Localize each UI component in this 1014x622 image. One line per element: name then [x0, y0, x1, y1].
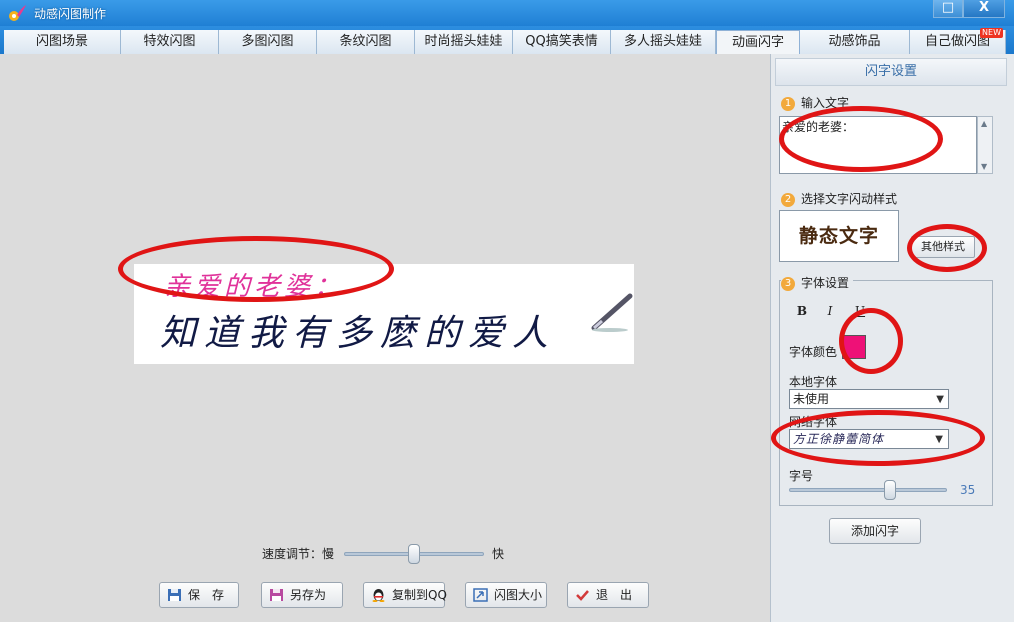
font-size-slider-thumb[interactable]: [884, 480, 897, 500]
tab-accessories[interactable]: 动感饰品: [800, 30, 910, 54]
annotation-oval: [839, 308, 903, 374]
flash-style-preview[interactable]: 静态文字: [779, 210, 899, 262]
font-color-label: 字体颜色: [789, 345, 838, 359]
scroll-up-icon[interactable]: ▲: [981, 119, 987, 128]
copy-to-qq-button-label: 复制到QQ: [392, 588, 447, 602]
annotation-oval: [907, 224, 987, 272]
step-number: 3: [781, 276, 795, 291]
font-size-label: 字号: [789, 469, 814, 483]
annotation-oval: [118, 236, 394, 302]
step-number: 1: [781, 96, 795, 111]
chevron-down-icon: ▼: [936, 394, 944, 405]
scroll-down-icon[interactable]: ▼: [981, 162, 987, 171]
local-font-value: 未使用: [793, 392, 830, 406]
annotation-oval: [779, 106, 943, 172]
step-label: 字体设置: [801, 276, 850, 290]
save-as-button[interactable]: 另存为: [261, 582, 343, 608]
settings-panel: 闪字设置 1 输入文字 亲爱的老婆： ▲ ▼ 2 选择文字闪动样式 静态文字 其他样…: [770, 54, 1014, 622]
annotation-oval: [771, 410, 985, 466]
preview-line-2: 知道我有多麽的爱人: [160, 313, 557, 354]
copy-to-qq-button[interactable]: 复制到QQ: [363, 582, 447, 608]
app-title: 动感闪图制作: [34, 7, 107, 21]
tab-bar: 闪图场景 特效闪图 多图闪图 条纹闪图 时尚摇头娃娃 QQ搞笑表情 多人摇头娃娃…: [0, 26, 1014, 55]
tab-animated-text[interactable]: 动画闪字: [716, 30, 800, 55]
resize-icon: [473, 588, 488, 602]
speed-fast-label: 快: [492, 547, 505, 561]
step-font-settings: 3 字体设置: [781, 274, 854, 291]
image-size-button[interactable]: 闪图大小: [465, 582, 547, 608]
tab-multi-bobblehead[interactable]: 多人摇头娃娃: [611, 30, 716, 54]
step-flash-style: 2 选择文字闪动样式: [781, 190, 897, 207]
canvas-area: 亲爱的老婆： 知道我有多麽的爱人 速度调节：慢 快 保 存 另存为 复制到QQ …: [0, 54, 770, 622]
step-label: 选择文字闪动样式: [801, 192, 898, 206]
local-font-select[interactable]: 未使用 ▼: [789, 389, 949, 409]
italic-button[interactable]: I: [822, 303, 838, 319]
text-input-scrollbar[interactable]: ▲ ▼: [977, 116, 993, 174]
exit-button-label: 退 出: [596, 588, 633, 602]
save-button[interactable]: 保 存: [159, 582, 239, 608]
floppy-pink-icon: [270, 589, 283, 601]
save-as-button-label: 另存为: [290, 588, 327, 602]
pen-icon: [591, 293, 633, 332]
new-badge: NEW: [980, 28, 1003, 38]
floppy-icon: [168, 589, 181, 601]
qq-penguin-icon: [372, 589, 385, 602]
tab-stripe-flash[interactable]: 条纹闪图: [317, 30, 415, 54]
tab-diy-flash[interactable]: 自己做闪图 NEW: [910, 28, 1006, 54]
add-flash-text-button[interactable]: 添加闪字: [829, 518, 921, 544]
panel-title: 闪字设置: [775, 58, 1007, 86]
tab-multi-image[interactable]: 多图闪图: [219, 30, 317, 54]
tab-qq-emoji[interactable]: QQ搞笑表情: [513, 30, 611, 54]
tab-effect-flash[interactable]: 特效闪图: [121, 30, 219, 54]
title-bar: 动感闪图制作 □ X: [0, 0, 1014, 26]
font-size-value: 35: [960, 483, 976, 497]
tab-flash-scene[interactable]: 闪图场景: [4, 30, 121, 54]
font-size-slider-track[interactable]: [789, 488, 947, 492]
image-size-button-label: 闪图大小: [494, 588, 543, 602]
step-number: 2: [781, 192, 795, 207]
close-button[interactable]: X: [963, 0, 1005, 18]
bold-button[interactable]: B: [794, 303, 810, 319]
speed-slider-thumb[interactable]: [408, 544, 420, 564]
speed-label: 速度调节：慢: [262, 547, 335, 561]
maximize-button[interactable]: □: [933, 0, 963, 18]
checkmark-icon: [576, 590, 589, 601]
exit-button[interactable]: 退 出: [567, 582, 649, 608]
local-font-label: 本地字体: [789, 375, 838, 389]
app-logo-icon: [9, 5, 26, 21]
tab-bobblehead[interactable]: 时尚摇头娃娃: [415, 30, 513, 54]
save-button-label: 保 存: [188, 588, 225, 602]
